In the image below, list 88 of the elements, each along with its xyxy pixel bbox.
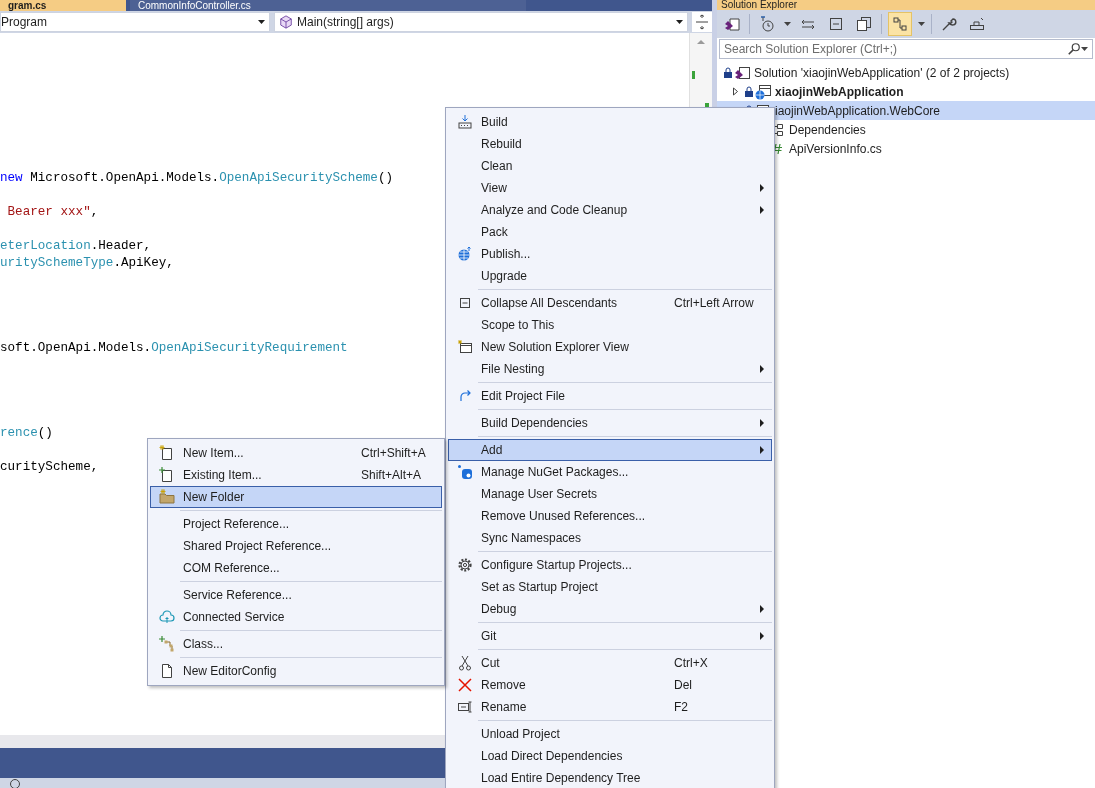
menu-item[interactable]: Set as Startup Project: [448, 576, 772, 598]
menu-item[interactable]: Git: [448, 625, 772, 647]
cloud-icon: [159, 609, 175, 625]
new-window-icon: [457, 339, 473, 355]
split-window-button[interactable]: [692, 12, 712, 32]
menu-item[interactable]: Scope to This: [448, 314, 772, 336]
type-dropdown[interactable]: Program: [0, 12, 270, 32]
submenu-arrow-icon: [760, 446, 764, 454]
globe-icon: [457, 246, 473, 262]
menu-item[interactable]: Analyze and Code Cleanup: [448, 199, 772, 221]
package-icon: [457, 464, 473, 480]
menu-item[interactable]: Cut Ctrl+X: [448, 652, 772, 674]
caret-icon: [1081, 47, 1088, 51]
menu-item[interactable]: Pack: [448, 221, 772, 243]
menu-item[interactable]: Upgrade: [448, 265, 772, 287]
search-field[interactable]: Search Solution Explorer (Ctrl+;): [719, 39, 1093, 59]
new-file-icon: [159, 445, 175, 461]
menu-item[interactable]: Rename F2: [448, 696, 772, 718]
submenu-arrow-icon: [760, 184, 764, 192]
menu-item[interactable]: Service Reference...: [150, 584, 442, 606]
menu-item[interactable]: Add: [448, 439, 772, 461]
menu-item[interactable]: Connected Service: [150, 606, 442, 628]
caret-icon: [784, 22, 791, 26]
submenu-arrow-icon: [760, 206, 764, 214]
document-tab[interactable]: gram.cs: [0, 0, 126, 11]
web-project-icon: [755, 83, 771, 100]
submenu-arrow-icon: [760, 365, 764, 373]
document-icon: [159, 663, 175, 679]
menu-item[interactable]: COM Reference...: [150, 557, 442, 579]
menu-item[interactable]: Debug: [448, 598, 772, 620]
menu-item[interactable]: Existing Item... Shift+Alt+A: [150, 464, 442, 486]
rename-icon: [457, 699, 473, 715]
menu-item[interactable]: Manage User Secrets: [448, 483, 772, 505]
clock-icon: [759, 16, 775, 32]
scissors-icon: [457, 655, 473, 671]
cube-icon: [279, 15, 293, 29]
menu-item[interactable]: Publish...: [448, 243, 772, 265]
menu-item[interactable]: New EditorConfig: [150, 660, 442, 682]
collapse-icon: [457, 295, 473, 311]
member-dropdown[interactable]: Main(string[] args): [274, 12, 688, 32]
menu-item[interactable]: Class...: [150, 633, 442, 655]
menu-item[interactable]: Project Reference...: [150, 513, 442, 535]
collapse-icon: [828, 16, 844, 32]
caret-icon: [918, 22, 925, 26]
split-icon: [695, 14, 709, 30]
solution-icon: [734, 64, 750, 81]
search-icon: [1067, 42, 1081, 56]
menu-item[interactable]: Clean: [448, 155, 772, 177]
add-file-icon: [159, 467, 175, 483]
search-input[interactable]: Search Solution Explorer (Ctrl+;): [724, 42, 1067, 56]
menu-item[interactable]: Edit Project File: [448, 385, 772, 407]
menu-item[interactable]: Remove Del: [448, 674, 772, 696]
menu-item[interactable]: Remove Unused References...: [448, 505, 772, 527]
menu-item[interactable]: New Solution Explorer View: [448, 336, 772, 358]
document-tab[interactable]: CommonInfoController.cs: [130, 0, 526, 11]
menu-item[interactable]: New Folder: [150, 486, 442, 508]
menu-item[interactable]: Load Entire Dependency Tree: [448, 767, 772, 788]
panel-title: Solution Explorer: [721, 0, 798, 10]
menu-item[interactable]: Shared Project Reference...: [150, 535, 442, 557]
menu-item[interactable]: Build Dependencies: [448, 412, 772, 434]
tree-item[interactable]: Solution 'xiaojinWebApplication' (2 of 2 projects): [717, 63, 1095, 82]
menu-item[interactable]: Collapse All Descendants Ctrl+Left Arrow: [448, 292, 772, 314]
settings-icon: [457, 557, 473, 573]
menu-item[interactable]: File Nesting: [448, 358, 772, 380]
submenu-arrow-icon: [760, 632, 764, 640]
submenu-arrow-icon: [760, 419, 764, 427]
menu-item[interactable]: Sync Namespaces: [448, 527, 772, 549]
preview-icon: [969, 16, 985, 32]
menu-item[interactable]: Manage NuGet Packages...: [448, 461, 772, 483]
class-icon: [159, 636, 175, 652]
menu-item[interactable]: Unload Project: [448, 723, 772, 745]
pages-icon: [856, 16, 872, 32]
menu-item[interactable]: Load Direct Dependencies: [448, 745, 772, 767]
caret-icon: [258, 20, 265, 24]
redo-arrow-icon: [457, 388, 473, 404]
menu-item[interactable]: Configure Startup Projects...: [448, 554, 772, 576]
menu-item[interactable]: New Item... Ctrl+Shift+A: [150, 442, 442, 464]
delete-icon: [457, 677, 473, 693]
folder-icon: [159, 489, 175, 505]
solution-icon: [724, 16, 740, 32]
caret-icon: [676, 20, 683, 24]
submenu-arrow-icon: [760, 605, 764, 613]
build-icon: [457, 114, 473, 130]
menu-item[interactable]: View: [448, 177, 772, 199]
wrench-icon: [941, 16, 957, 32]
tree-view-toggle[interactable]: [888, 12, 912, 36]
tree-view-icon: [892, 16, 908, 32]
tree-item[interactable]: xiaojinWebApplication: [717, 82, 1095, 101]
